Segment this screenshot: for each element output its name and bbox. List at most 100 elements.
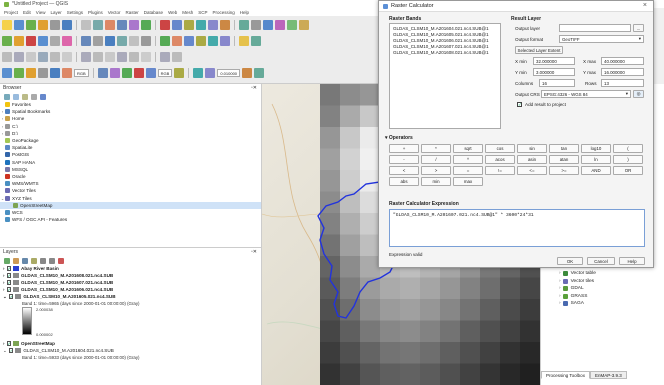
- toolbar-button-icon[interactable]: [220, 20, 230, 30]
- operator-button[interactable]: max: [453, 177, 483, 186]
- menu-item-scp[interactable]: SCP: [198, 10, 207, 15]
- toolbox-provider[interactable]: › Vector table: [541, 270, 664, 278]
- toolbar-button-icon[interactable]: [62, 36, 72, 46]
- cancel-button[interactable]: Cancel: [587, 257, 615, 265]
- toolbar-button-icon[interactable]: [105, 52, 115, 62]
- browse-button[interactable]: ...: [633, 24, 644, 32]
- collapse-all-icon[interactable]: [31, 93, 37, 100]
- ymax-field[interactable]: 16.000000: [601, 68, 644, 76]
- toolbar-button-icon[interactable]: [184, 36, 194, 46]
- close-icon[interactable]: ×: [643, 2, 647, 9]
- expand-arrow-icon[interactable]: ›: [3, 287, 5, 292]
- browser-item[interactable]: OpenStreetMap: [0, 201, 261, 209]
- toolbar-button-icon[interactable]: [26, 20, 36, 30]
- toolbar-button-icon[interactable]: [160, 52, 170, 62]
- menu-item-edit[interactable]: Edit: [23, 10, 31, 15]
- toolbar-button-icon[interactable]: [287, 20, 297, 30]
- toolbar-button-icon[interactable]: [160, 20, 170, 30]
- toolbar-button-icon[interactable]: [62, 52, 72, 62]
- toolbar-button-icon[interactable]: [26, 36, 36, 46]
- layer-row[interactable]: › ✓ GLDAS_CLSM10_M.A201607.021.nc4.SUB: [0, 279, 261, 286]
- toolbar-button-icon[interactable]: [26, 68, 36, 78]
- toolbar-button-icon[interactable]: [133, 68, 144, 78]
- toolbar-button-icon[interactable]: [105, 20, 115, 30]
- layer-visibility-checkbox[interactable]: ✓: [6, 287, 12, 292]
- toolbar-button-icon[interactable]: [105, 36, 115, 46]
- toolbar-button-icon[interactable]: [14, 52, 24, 62]
- expand-arrow-icon[interactable]: ›: [559, 301, 561, 306]
- layer-visibility-checkbox[interactable]: ✓: [6, 273, 12, 278]
- toolbar-button-icon[interactable]: [93, 52, 103, 62]
- toolbar-button-icon[interactable]: [205, 68, 216, 78]
- toolbar-button-icon[interactable]: [196, 36, 206, 46]
- style-icon[interactable]: [4, 257, 10, 264]
- operator-button[interactable]: ln: [581, 155, 611, 164]
- operator-button[interactable]: <: [389, 166, 419, 175]
- browser-item[interactable]: MSSQL: [0, 166, 261, 173]
- browser-item[interactable]: WMS/WMTS: [0, 180, 261, 187]
- toolbar-button-icon[interactable]: [38, 36, 48, 46]
- toolbar-button-icon[interactable]: [109, 68, 120, 78]
- expand-arrow-icon[interactable]: ⌄: [3, 294, 7, 300]
- layer-row[interactable]: › ✓ GLDAS_CLSM10_M.A201608.021.nc4.SUB: [0, 272, 261, 279]
- layer-visibility-checkbox[interactable]: ✓: [8, 294, 14, 299]
- toolbar-button-icon[interactable]: [26, 52, 36, 62]
- operator-button[interactable]: (: [613, 144, 643, 153]
- operator-button[interactable]: atan: [549, 155, 579, 164]
- operator-button[interactable]: abs: [389, 177, 419, 186]
- expand-arrow-icon[interactable]: ›: [559, 271, 561, 276]
- browser-item[interactable]: › C:\: [0, 123, 261, 130]
- layer-row[interactable]: › ✓ OpenStreetMap: [0, 340, 261, 347]
- menu-item-settings[interactable]: Settings: [67, 10, 83, 15]
- operator-button[interactable]: min: [421, 177, 451, 186]
- toolbar-button-icon[interactable]: [38, 68, 48, 78]
- operator-button[interactable]: asin: [517, 155, 547, 164]
- toolbar-button-icon[interactable]: [141, 20, 151, 30]
- toolbar-button-icon[interactable]: [14, 20, 24, 30]
- browser-item[interactable]: WFS / OGC API - Features: [0, 216, 261, 223]
- add-result-checkbox[interactable]: ✓: [517, 102, 522, 107]
- expand-arrow-icon[interactable]: ⌄: [3, 348, 7, 354]
- browser-item[interactable]: Vector Tiles: [0, 187, 261, 194]
- operator-button[interactable]: ): [613, 155, 643, 164]
- toolbar-button-icon[interactable]: [174, 68, 185, 78]
- operator-button[interactable]: tan: [549, 144, 579, 153]
- operator-button[interactable]: acos: [485, 155, 515, 164]
- toolbar-button-icon[interactable]: [62, 68, 72, 78]
- expand-arrow-icon[interactable]: ›: [3, 266, 5, 271]
- toolbar-button-icon[interactable]: [299, 20, 309, 30]
- menu-item-database[interactable]: Database: [144, 10, 163, 15]
- rows-field[interactable]: 13: [601, 79, 644, 87]
- output-format-select[interactable]: GeoTIFF ▾: [559, 35, 644, 43]
- add-group-icon[interactable]: [13, 257, 19, 264]
- ok-button[interactable]: OK: [557, 257, 583, 265]
- tab-enmap[interactable]: EnMAP-3.9.3: [589, 371, 627, 379]
- toolbar-button-icon[interactable]: [141, 36, 151, 46]
- expand-arrow-icon[interactable]: ›: [3, 273, 5, 278]
- layer-visibility-checkbox[interactable]: ✓: [6, 266, 12, 271]
- columns-field[interactable]: 16: [539, 79, 575, 87]
- browser-item[interactable]: Oracle: [0, 173, 261, 180]
- output-layer-field[interactable]: [559, 24, 631, 32]
- add-selected-icon[interactable]: [4, 93, 10, 100]
- expand-arrow-icon[interactable]: ›: [3, 280, 5, 285]
- toolbar-button-icon[interactable]: [129, 36, 139, 46]
- toolbar-button-icon[interactable]: [50, 52, 60, 62]
- menu-item-help[interactable]: Help: [240, 10, 249, 15]
- toolbox-provider[interactable]: › Vector tiles: [541, 278, 664, 286]
- expand-arrow-icon[interactable]: ›: [559, 279, 561, 284]
- collapse-all-icon[interactable]: [49, 257, 55, 264]
- toolbar-button-icon[interactable]: [2, 36, 12, 46]
- toolbar-button-icon[interactable]: [275, 20, 285, 30]
- toolbar-button-icon[interactable]: [141, 52, 151, 62]
- layer-visibility-checkbox[interactable]: ✓: [6, 341, 12, 346]
- toolbar-button-icon[interactable]: [160, 36, 170, 46]
- operator-button[interactable]: !=: [485, 166, 515, 175]
- toolbar-button-icon[interactable]: [93, 20, 103, 30]
- remove-layer-icon[interactable]: [58, 257, 64, 264]
- band-combo-1[interactable]: RGB: [74, 69, 89, 77]
- toolbar-button-icon[interactable]: [193, 68, 204, 78]
- browser-item[interactable]: SAP HANA: [0, 159, 261, 166]
- toolbar-button-icon[interactable]: [81, 52, 91, 62]
- toolbar-button-icon[interactable]: [172, 20, 182, 30]
